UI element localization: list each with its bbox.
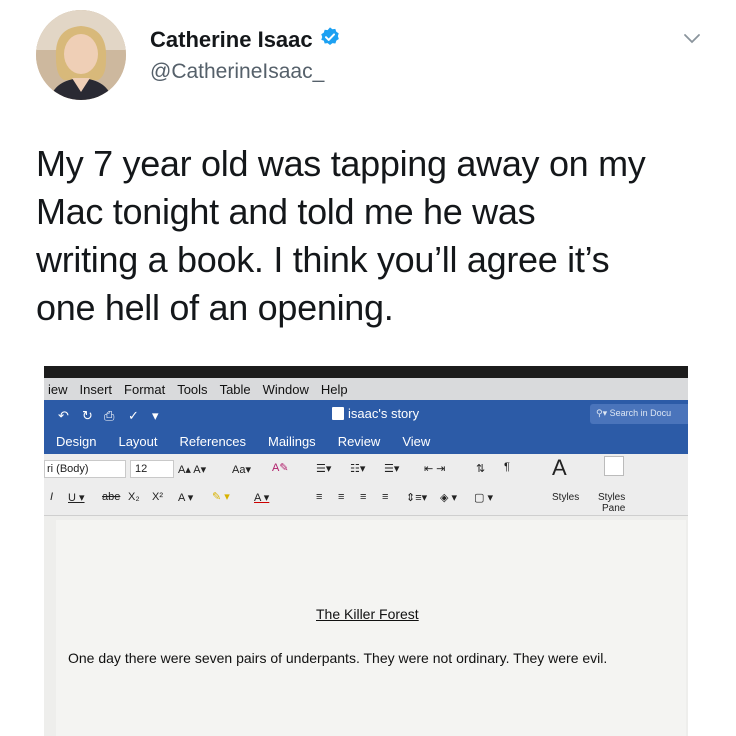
tweet-photo[interactable]: iew Insert Format Tools Table Window Hel…: [44, 366, 688, 736]
strikethrough-button[interactable]: abe: [102, 491, 120, 503]
justify-icon[interactable]: ≡: [382, 491, 388, 503]
shading-icon[interactable]: ◈ ▾: [440, 491, 457, 504]
borders-icon[interactable]: ▢ ▾: [474, 491, 493, 504]
text-effects-icon[interactable]: A ▾: [178, 491, 193, 504]
tab-layout[interactable]: Layout: [118, 434, 157, 449]
document-body-text: One day there were seven pairs of underp…: [68, 650, 608, 666]
author-name-row: Catherine Isaac: [150, 26, 341, 53]
sort-icon[interactable]: ⇅: [476, 462, 485, 475]
tweet-text-line: writing a book. I think you’ll agree it’…: [36, 239, 610, 280]
bullets-icon[interactable]: ☰▾: [316, 462, 331, 475]
tab-view[interactable]: View: [402, 434, 430, 449]
verified-badge-icon: [319, 26, 341, 53]
tab-review[interactable]: Review: [338, 434, 381, 449]
font-name-value: ri (Body): [47, 463, 89, 475]
document-file-icon: [332, 407, 344, 420]
redo-icon[interactable]: ↻: [82, 408, 93, 424]
align-right-icon[interactable]: ≡: [360, 491, 366, 503]
document-title: isaac's story: [332, 406, 419, 421]
search-input[interactable]: ⚲▾ Search in Docu: [590, 404, 688, 424]
word-titlebar: ↶ ↻ ⎙ ✓ ▾ isaac's story ⚲▾ Search in Doc…: [44, 400, 688, 428]
align-left-icon[interactable]: ≡: [316, 491, 322, 503]
tweet-text-line: My 7 year old was tapping away on my: [36, 143, 646, 184]
menu-item-window[interactable]: Window: [263, 382, 309, 397]
line-spacing-icon[interactable]: ⇕≡▾: [406, 491, 427, 504]
tweet-text-line: one hell of an opening.: [36, 287, 394, 328]
menu-item-help[interactable]: Help: [321, 382, 348, 397]
document-page[interactable]: The Killer Forest One day there were sev…: [56, 520, 686, 736]
menu-item-tools[interactable]: Tools: [177, 382, 207, 397]
document-area[interactable]: The Killer Forest One day there were sev…: [44, 516, 688, 736]
italic-button[interactable]: I: [50, 491, 53, 503]
grow-font-icon[interactable]: A▴ A▾: [178, 463, 206, 476]
menu-item-format[interactable]: Format: [124, 382, 165, 397]
mac-menubar: iew Insert Format Tools Table Window Hel…: [44, 378, 688, 400]
clear-formatting-icon[interactable]: A✎: [272, 461, 289, 474]
change-case-icon[interactable]: Aa▾: [232, 463, 251, 476]
chevron-down-icon[interactable]: [680, 26, 704, 50]
print-icon[interactable]: ⎙: [104, 408, 114, 424]
search-placeholder: Search in Docu: [609, 408, 672, 418]
tweet-text: My 7 year old was tapping away on my Mac…: [36, 140, 716, 332]
styles-icon[interactable]: A: [552, 455, 567, 481]
document-title-label: isaac's story: [348, 406, 420, 421]
multilevel-list-icon[interactable]: ☰▾: [384, 462, 399, 475]
document-heading: The Killer Forest: [316, 606, 419, 622]
tab-references[interactable]: References: [180, 434, 246, 449]
align-center-icon[interactable]: ≡: [338, 491, 344, 503]
styles-label: Styles: [552, 492, 580, 503]
author-handle[interactable]: @CatherineIsaac_: [150, 60, 324, 84]
font-size-field[interactable]: 12: [130, 460, 174, 478]
screen-bezel: [44, 366, 688, 378]
styles-pane-icon[interactable]: [604, 456, 624, 476]
tab-design[interactable]: Design: [56, 434, 96, 449]
font-name-field[interactable]: ri (Body): [44, 460, 126, 478]
show-formatting-icon[interactable]: ¶: [504, 461, 510, 473]
subscript-button[interactable]: X₂: [128, 491, 140, 503]
underline-button[interactable]: U ▾: [68, 491, 85, 504]
menu-item-insert[interactable]: Insert: [80, 382, 113, 397]
styles-pane-label: Styles: [598, 492, 626, 503]
numbering-icon[interactable]: ☷▾: [350, 462, 365, 475]
undo-icon[interactable]: ↶: [58, 408, 69, 424]
ribbon-toolbar: ri (Body) 12 A▴ A▾ Aa▾ A✎ ☰▾ ☷▾ ☰▾ ⇤ ⇥ ⇅…: [44, 454, 688, 516]
tweet-text-line: Mac tonight and told me he was: [36, 191, 536, 232]
superscript-button[interactable]: X²: [152, 491, 163, 503]
indent-icon[interactable]: ⇤ ⇥: [424, 462, 446, 475]
menu-item-table[interactable]: Table: [220, 382, 251, 397]
spellcheck-icon[interactable]: ✓: [128, 408, 139, 424]
font-color-icon[interactable]: A ▾: [254, 491, 269, 504]
avatar[interactable]: [36, 10, 126, 100]
author-name[interactable]: Catherine Isaac: [150, 27, 313, 53]
font-size-value: 12: [135, 463, 148, 475]
tab-mailings[interactable]: Mailings: [268, 434, 316, 449]
menu-item-view[interactable]: iew: [48, 382, 68, 397]
search-icon: ⚲▾: [596, 408, 610, 418]
styles-pane-label-line2: Pane: [602, 503, 626, 514]
ribbon-tabs: Design Layout References Mailings Review…: [44, 428, 688, 454]
customize-toolbar-icon[interactable]: ▾: [152, 408, 159, 424]
highlight-icon[interactable]: ✎ ▾: [212, 490, 230, 503]
